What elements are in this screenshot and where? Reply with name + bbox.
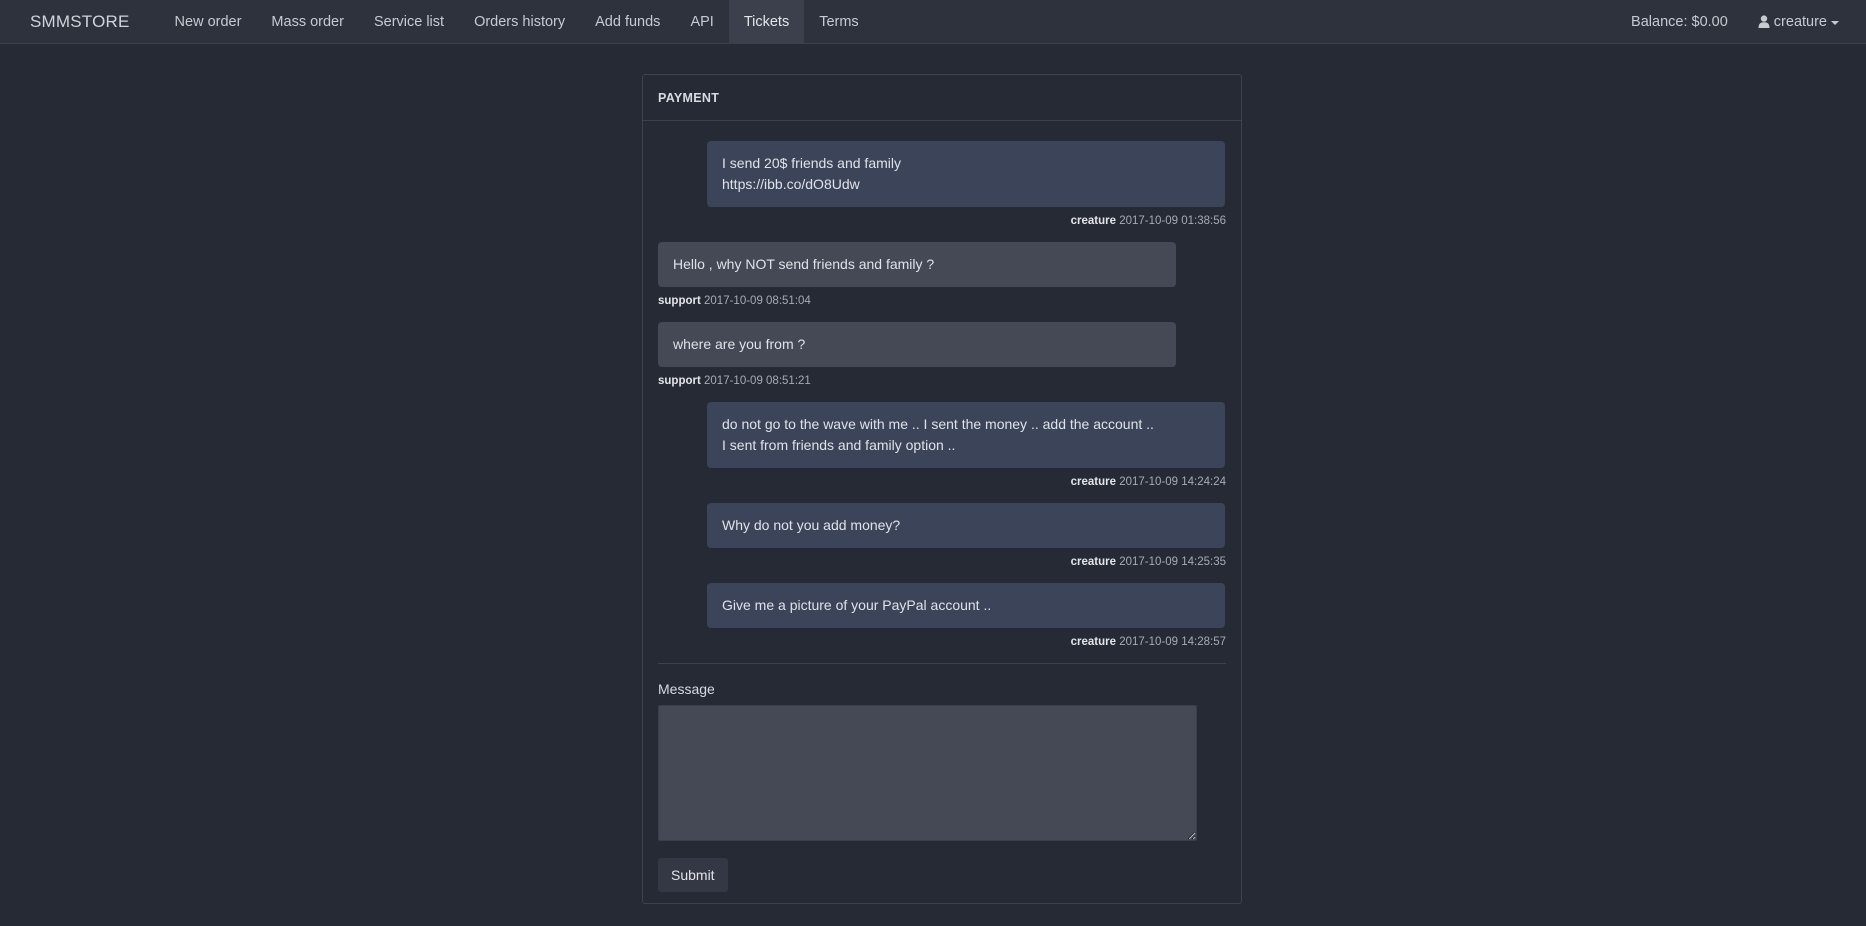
ticket-panel: PAYMENT I send 20$ friends and family ht… — [642, 74, 1242, 904]
message-item: Give me a picture of your PayPal account… — [658, 583, 1226, 648]
message-line: I send 20$ friends and family — [722, 155, 901, 171]
message-author: support — [658, 375, 701, 387]
support-message-bubble: Hello , why NOT send friends and family … — [658, 242, 1176, 287]
nav-item-orders-history[interactable]: Orders history — [459, 0, 580, 43]
message-label: Message — [658, 681, 715, 697]
user-menu[interactable]: creature — [1743, 0, 1854, 43]
message-line: Give me a picture of your PayPal account… — [722, 597, 992, 613]
balance-display[interactable]: Balance: $0.00 — [1616, 0, 1743, 43]
message-time: 2017-10-09 01:38:56 — [1119, 215, 1226, 227]
message-line: do not go to the wave with me .. I sent … — [722, 416, 1154, 432]
message-author: creature — [1070, 556, 1116, 568]
message-line: Why do not you add money? — [722, 517, 901, 533]
message-meta: support 2017-10-09 08:51:04 — [658, 295, 1226, 307]
message-textarea[interactable] — [658, 705, 1197, 841]
message-thread: I send 20$ friends and family https://ib… — [643, 121, 1241, 664]
message-time: 2017-10-09 14:25:35 — [1119, 556, 1226, 568]
message-meta: creature 2017-10-09 14:24:24 — [658, 476, 1226, 488]
user-message-bubble: Give me a picture of your PayPal account… — [707, 583, 1225, 628]
ticket-title: PAYMENT — [643, 75, 1241, 121]
message-item: I send 20$ friends and family https://ib… — [658, 141, 1226, 227]
message-time: 2017-10-09 08:51:04 — [704, 295, 811, 307]
message-line: Hello , why NOT send friends and family … — [673, 256, 935, 272]
user-message-bubble: I send 20$ friends and family https://ib… — [707, 141, 1225, 207]
divider — [658, 663, 1226, 664]
message-author: creature — [1070, 476, 1116, 488]
nav-item-terms[interactable]: Terms — [804, 0, 873, 43]
message-time: 2017-10-09 08:51:21 — [704, 375, 811, 387]
message-item: where are you from ? support 2017-10-09 … — [658, 322, 1226, 387]
user-message-bubble: Why do not you add money? — [707, 503, 1225, 548]
caret-down-icon — [1831, 20, 1839, 25]
message-author: creature — [1070, 636, 1116, 648]
nav-item-mass-order[interactable]: Mass order — [256, 0, 359, 43]
submit-button[interactable]: Submit — [658, 858, 728, 892]
top-navbar: SMMSTORE New order Mass order Service li… — [0, 0, 1866, 44]
nav-item-service-list[interactable]: Service list — [359, 0, 459, 43]
message-meta: creature 2017-10-09 14:25:35 — [658, 556, 1226, 568]
user-name: creature — [1773, 13, 1827, 30]
message-line: where are you from ? — [673, 336, 806, 352]
support-message-bubble: where are you from ? — [658, 322, 1176, 367]
message-meta: support 2017-10-09 08:51:21 — [658, 375, 1226, 387]
message-link[interactable]: https://ibb.co/dO8Udw — [722, 174, 1210, 195]
nav-item-api[interactable]: API — [675, 0, 728, 43]
message-author: support — [658, 295, 701, 307]
message-time: 2017-10-09 14:28:57 — [1119, 636, 1226, 648]
message-item: do not go to the wave with me .. I sent … — [658, 402, 1226, 488]
nav-item-tickets[interactable]: Tickets — [728, 0, 805, 43]
message-time: 2017-10-09 14:24:24 — [1119, 476, 1226, 488]
message-item: Hello , why NOT send friends and family … — [658, 242, 1226, 307]
brand-logo[interactable]: SMMSTORE — [0, 0, 160, 43]
nav-right: Balance: $0.00 creature — [1616, 0, 1866, 43]
nav-item-new-order[interactable]: New order — [160, 0, 257, 43]
user-icon — [1758, 15, 1770, 28]
message-author: creature — [1070, 215, 1116, 227]
message-meta: creature 2017-10-09 01:38:56 — [658, 215, 1226, 227]
nav-item-add-funds[interactable]: Add funds — [580, 0, 675, 43]
message-item: Why do not you add money? creature 2017-… — [658, 503, 1226, 568]
message-meta: creature 2017-10-09 14:28:57 — [658, 636, 1226, 648]
user-message-bubble: do not go to the wave with me .. I sent … — [707, 402, 1225, 468]
reply-form: Message Submit — [643, 664, 1241, 892]
nav-menu: New order Mass order Service list Orders… — [160, 0, 874, 43]
message-line: I sent from friends and family option .. — [722, 437, 956, 453]
